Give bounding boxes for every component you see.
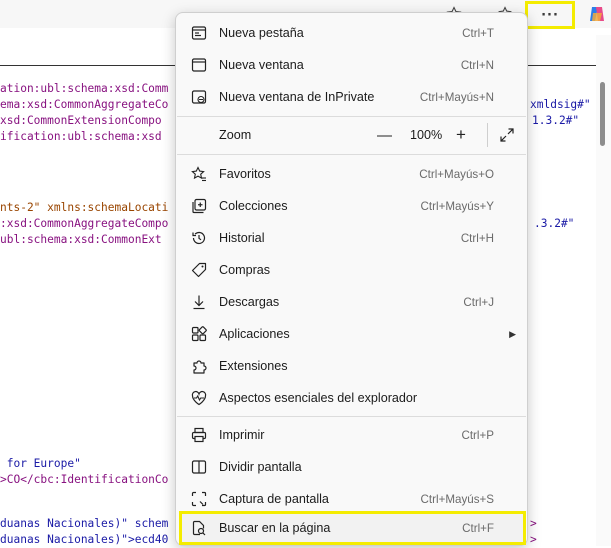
history-icon xyxy=(191,230,207,246)
menu-item-label: Descargas xyxy=(219,295,280,309)
download-icon xyxy=(191,294,207,310)
menu-item-label: Aplicaciones xyxy=(219,327,290,341)
menu-item-label: Historial xyxy=(219,231,265,245)
zoom-level: 100% xyxy=(410,128,443,142)
code-line: xmldsig#" xyxy=(530,98,591,111)
submenu-arrow-icon: ▶ xyxy=(509,328,516,339)
code-line: ation:ubl:schema:xsd:Comm xyxy=(0,82,169,95)
menu-separator xyxy=(177,154,526,155)
screenshot-icon xyxy=(191,491,207,507)
menu-item-shortcut: Ctrl+P xyxy=(461,428,494,442)
menu-item-print[interactable]: Imprimir Ctrl+P xyxy=(177,419,526,451)
menu-item-shortcut: Ctrl+Mayús+S xyxy=(420,492,494,506)
menu-item-find-in-page[interactable]: Buscar en la página Ctrl+F xyxy=(179,511,526,545)
zoom-out-button[interactable]: — xyxy=(377,127,392,144)
menu-item-label: Compras xyxy=(219,263,271,277)
menu-separator xyxy=(177,416,526,417)
menu-separator xyxy=(177,116,526,117)
menu-item-label: Favoritos xyxy=(219,167,271,181)
menu-item-label: Dividir pantalla xyxy=(219,460,302,474)
menu-item-shortcut: Ctrl+F xyxy=(462,521,494,535)
menu-item-inprivate[interactable]: Nueva ventana de InPrivate Ctrl+Mayús+N xyxy=(177,81,526,113)
menu-item-shortcut: Ctrl+N xyxy=(460,58,494,72)
menu-item-split-screen[interactable]: Dividir pantalla xyxy=(177,451,526,483)
menu-item-history[interactable]: Historial Ctrl+H xyxy=(177,222,526,254)
menu-item-label: Extensiones xyxy=(219,359,288,373)
menu-item-label: Nueva ventana xyxy=(219,58,304,72)
menu-item-zoom: Zoom — 100% + xyxy=(177,119,526,151)
menu-item-new-window[interactable]: Nueva ventana Ctrl+N xyxy=(177,49,526,81)
copilot-icon[interactable] xyxy=(587,4,607,24)
menu-item-shortcut: Ctrl+Mayús+Y xyxy=(420,199,494,213)
menu-item-downloads[interactable]: Descargas Ctrl+J xyxy=(177,286,526,318)
menu-item-collections[interactable]: Colecciones Ctrl+Mayús+Y xyxy=(177,190,526,222)
code-line: >CO</cbc:IdentificationCo xyxy=(0,473,169,486)
menu-item-new-tab[interactable]: Nueva pestaña Ctrl+T xyxy=(177,17,526,49)
menu-item-label: Buscar en la página xyxy=(219,521,331,535)
code-line: .3.2#" xyxy=(534,217,575,230)
scrollbar-thumb[interactable] xyxy=(600,82,605,146)
zoom-divider xyxy=(487,123,488,147)
favorites-icon xyxy=(191,166,207,182)
settings-menu: Nueva pestaña Ctrl+T Nueva ventana Ctrl+… xyxy=(175,12,528,546)
zoom-in-button[interactable]: + xyxy=(456,125,466,145)
menu-item-shortcut: Ctrl+Mayús+O xyxy=(419,167,494,181)
split-screen-icon xyxy=(191,459,207,475)
code-line: ubl:schema:xsd:CommonExt xyxy=(0,233,162,246)
fullscreen-icon[interactable] xyxy=(499,127,515,143)
new-tab-icon xyxy=(191,25,207,41)
menu-item-label: Nueva ventana de InPrivate xyxy=(219,90,375,104)
settings-and-more-button[interactable]: ··· xyxy=(525,1,575,29)
code-line: nts-2" xmlns:schemaLocati xyxy=(0,201,169,214)
new-window-icon xyxy=(191,57,207,73)
menu-item-extensions[interactable]: Extensiones xyxy=(177,350,526,382)
shopping-tag-icon xyxy=(191,262,207,278)
find-in-page-icon xyxy=(191,520,207,536)
menu-item-shortcut: Ctrl+Mayús+N xyxy=(419,90,494,104)
menu-item-label: Nueva pestaña xyxy=(219,26,304,40)
menu-item-apps[interactable]: Aplicaciones ▶ xyxy=(177,318,526,350)
menu-item-label: Captura de pantalla xyxy=(219,492,329,506)
extensions-icon xyxy=(191,358,207,374)
code-line: 1.3.2#" xyxy=(532,114,580,127)
collections-icon xyxy=(191,198,207,214)
menu-item-label: Aspectos esenciales del explorador xyxy=(219,391,418,405)
menu-item-browser-essentials[interactable]: Aspectos esenciales del explorador xyxy=(177,382,526,414)
code-line: > xyxy=(530,517,537,530)
menu-item-label: Imprimir xyxy=(219,428,265,442)
menu-item-shortcut: Ctrl+H xyxy=(460,231,494,245)
code-line: :xsd:CommonAggregateCompo xyxy=(0,217,169,230)
code-line: duanas Nacionales)" schem xyxy=(0,517,169,530)
print-icon xyxy=(191,427,207,443)
menu-item-shortcut: Ctrl+T xyxy=(462,26,494,40)
heart-pulse-icon xyxy=(191,390,207,406)
zoom-label: Zoom xyxy=(219,128,252,142)
inprivate-icon xyxy=(191,89,207,105)
code-line: ification:ubl:schema:xsd xyxy=(0,130,162,143)
menu-item-shopping[interactable]: Compras xyxy=(177,254,526,286)
code-line: xsd:CommonExtensionCompo xyxy=(0,114,162,127)
code-line: for Europe" xyxy=(0,457,81,470)
menu-item-label: Colecciones xyxy=(219,199,288,213)
menu-item-shortcut: Ctrl+J xyxy=(463,295,494,309)
menu-item-favorites[interactable]: Favoritos Ctrl+Mayús+O xyxy=(177,158,526,190)
apps-icon xyxy=(191,326,207,342)
code-line: ema:xsd:CommonAggregateCo xyxy=(0,98,169,111)
